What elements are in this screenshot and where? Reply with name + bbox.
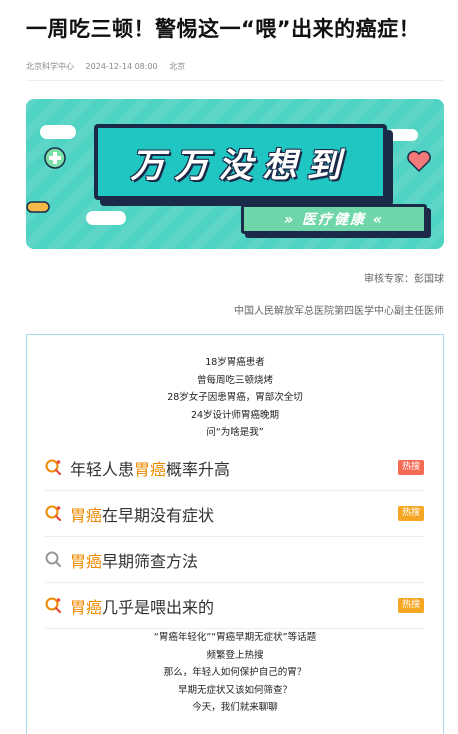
search-highlight: 胃癌 <box>70 552 103 571</box>
intro-line: 18岁胃癌患者 <box>205 357 265 368</box>
reviewer-name: 审核专家：彭国球 <box>364 274 444 285</box>
search-icon <box>45 551 62 568</box>
title-divider <box>26 80 444 81</box>
search-text: 概率升高 <box>166 460 231 479</box>
outro-line: 今天，我们就来聊聊 <box>192 702 278 713</box>
banner-subtitle-box: » 医疗健康 « <box>241 204 427 234</box>
cloud-icon <box>386 129 418 141</box>
search-hot-icon <box>45 505 62 522</box>
hot-search-item[interactable]: 胃癌在早期没有症状 热搜 <box>44 491 424 537</box>
search-text: 几乎是喂出来的 <box>102 598 215 617</box>
banner-image: 万万没想到 » 医疗健康 « <box>26 99 444 249</box>
outro-text: “胃癌年轻化”“胃癌早期无症状”等话题 频繁登上热搜 那么，年轻人如何保护自己的… <box>27 629 443 717</box>
intro-line: 28岁女子因患胃癌，胃部次全切 <box>167 392 303 403</box>
medical-cross-icon <box>44 147 66 169</box>
banner-title-box: 万万没想到 <box>94 124 387 200</box>
pill-icon <box>26 201 50 213</box>
hot-badge: 热搜 <box>397 506 424 521</box>
hot-search-item[interactable]: 年轻人患胃癌概率升高 热搜 <box>44 445 424 491</box>
search-hot-icon <box>45 459 62 476</box>
search-text: 早期筛查方法 <box>102 552 199 571</box>
search-highlight: 胃癌 <box>70 506 103 525</box>
outro-line: 早期无症状又该如何筛查？ <box>177 684 292 696</box>
search-text: 年轻人患 <box>70 460 135 479</box>
search-highlight: 胃癌 <box>134 460 167 479</box>
article-meta: 北京科学中心 2024-12-14 08:00 北京 <box>26 61 194 72</box>
reviewer-title: 中国人民解放军总医院第四医学中心副主任医师 <box>234 306 444 317</box>
search-highlight: 胃癌 <box>70 598 103 617</box>
outro-line: “胃癌年轻化”“胃癌早期无症状”等话题 <box>153 632 317 643</box>
intro-line: 曾每周吃三顿烧烤 <box>196 374 273 386</box>
hot-badge: 热搜 <box>397 460 424 475</box>
hot-badge: 热搜 <box>397 598 424 613</box>
cloud-icon <box>40 125 76 139</box>
search-item[interactable]: 胃癌早期筛查方法 <box>44 537 424 583</box>
outro-line: 频繁登上热搜 <box>206 649 264 661</box>
search-hot-icon <box>45 597 62 614</box>
article-source[interactable]: 北京科学中心 <box>26 62 74 71</box>
content-card: 18岁胃癌患者 曾每周吃三顿烧烤 28岁女子因患胃癌，胃部次全切 24岁设计师胃… <box>26 334 444 734</box>
intro-line: 问“为啥是我” <box>206 427 264 438</box>
article-datetime: 2024-12-14 08:00 <box>85 62 158 71</box>
heart-icon <box>407 150 431 173</box>
outro-line: 那么，年轻人如何保护自己的胃？ <box>163 667 307 678</box>
intro-text: 18岁胃癌患者 曾每周吃三顿烧烤 28岁女子因患胃癌，胃部次全切 24岁设计师胃… <box>27 354 443 442</box>
search-text: 在早期没有症状 <box>102 506 215 525</box>
banner-subtitle: » 医疗健康 « <box>284 212 384 228</box>
intro-line: 24岁设计师胃癌晚期 <box>190 409 280 421</box>
article-location: 北京 <box>169 62 186 71</box>
hot-search-item[interactable]: 胃癌几乎是喂出来的 热搜 <box>44 583 424 629</box>
banner-title: 万万没想到 <box>130 146 351 186</box>
article-title: 一周吃三顿！警惕这一“喂”出来的癌症！ <box>26 17 421 41</box>
cloud-icon <box>86 211 126 225</box>
